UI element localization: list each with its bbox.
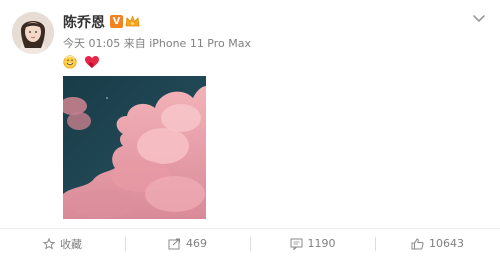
weibo-post-card: 陈乔恩 V 今天 01:05 来自 iPhone 11 Pro Max 收藏 4… xyxy=(0,0,500,258)
thumbs-up-icon xyxy=(411,237,424,249)
favorite-label: 收藏 xyxy=(60,237,82,251)
vip-crown-icon[interactable] xyxy=(125,15,140,28)
comment-button[interactable]: 1190 xyxy=(250,229,375,258)
comment-count: 1190 xyxy=(307,237,336,250)
like-count: 10643 xyxy=(429,237,464,250)
share-icon xyxy=(168,238,180,249)
smiling-face-icon xyxy=(63,55,77,69)
chevron-down-icon[interactable] xyxy=(472,14,486,24)
post-content xyxy=(63,55,100,69)
action-bar: 收藏 469 1190 10643 xyxy=(0,228,500,258)
avatar[interactable] xyxy=(12,12,54,54)
pink-clouds-photo[interactable] xyxy=(63,76,206,219)
username[interactable]: 陈乔恩 xyxy=(63,14,105,32)
heart-icon xyxy=(85,56,100,68)
comment-icon xyxy=(290,238,302,250)
favorite-button[interactable]: 收藏 xyxy=(0,229,125,258)
verified-badge-icon: V xyxy=(110,15,123,28)
post-meta: 今天 01:05 来自 iPhone 11 Pro Max xyxy=(63,37,251,50)
repost-button[interactable]: 469 xyxy=(125,229,250,258)
like-button[interactable]: 10643 xyxy=(375,229,500,258)
star-icon xyxy=(43,237,55,250)
repost-count: 469 xyxy=(186,237,207,250)
